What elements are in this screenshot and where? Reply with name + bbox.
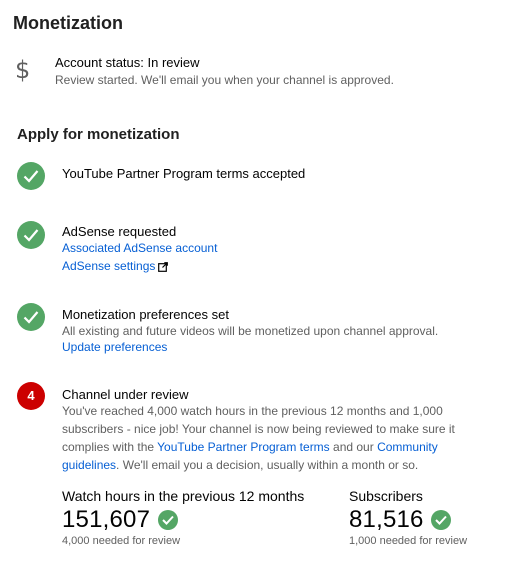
external-link-icon [158,261,169,272]
adsense-settings-label: AdSense settings [62,259,156,273]
step-4-title: Channel under review [62,387,189,402]
step-4-description: You've reached 4,000 watch hours in the … [62,404,455,472]
check-circle-icon [17,162,45,190]
apply-section-title: Apply for monetization [17,126,180,143]
associated-adsense-account-link[interactable]: Associated AdSense account [62,241,217,255]
page-title: Monetization [13,13,123,33]
step-1-title: YouTube Partner Program terms accepted [62,166,306,181]
check-circle-icon [17,303,45,331]
check-circle-icon [17,221,45,249]
account-status-description: Review started. We'll email you when you… [55,73,394,87]
watch-hours-note: 4,000 needed for review [62,535,181,547]
subscribers-label: Subscribers [349,488,423,504]
subscribers-value: 81,516 [349,506,424,533]
dollar-icon: $ [15,56,31,84]
adsense-settings-link[interactable]: AdSense settings [62,259,169,273]
watch-hours-label: Watch hours in the previous 12 months [62,488,305,504]
update-preferences-link[interactable]: Update preferences [62,340,167,354]
partner-program-terms-link[interactable]: YouTube Partner Program terms [157,440,330,454]
step-2-title: AdSense requested [62,224,177,239]
watch-hours-value: 151,607 [62,506,151,533]
step-3-title: Monetization preferences set [62,307,229,322]
subscribers-note: 1,000 needed for review [349,535,468,547]
step-3-description: All existing and future videos will be m… [62,324,439,338]
account-status-title: Account status: In review [55,55,200,70]
check-circle-icon [158,510,178,530]
step-4-number: 4 [17,382,45,410]
check-circle-icon [431,510,451,530]
